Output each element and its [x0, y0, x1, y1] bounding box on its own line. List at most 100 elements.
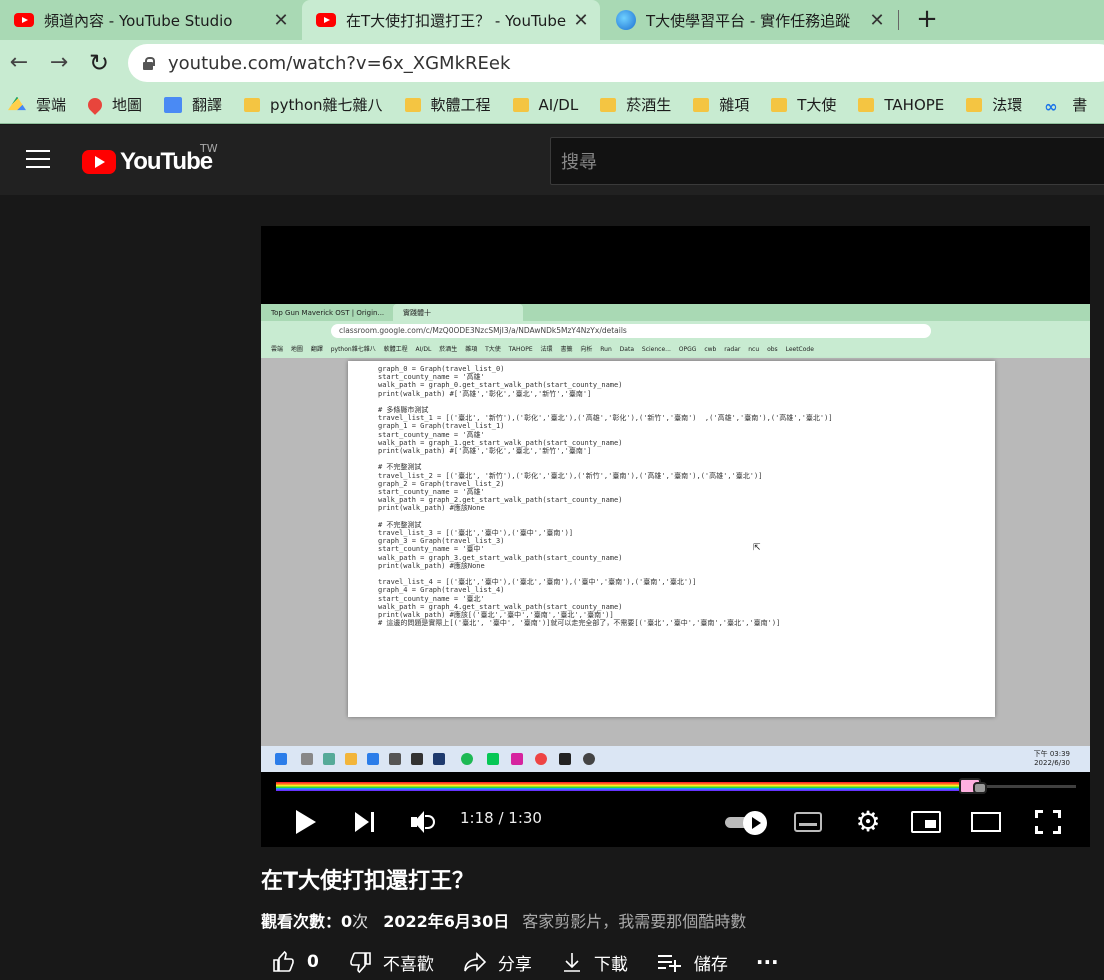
video-player[interactable]: Top Gun Maverick OST | Origin... 實踐體十 cl… [261, 226, 1090, 847]
inner-address-bar: classroom.google.com/c/MzQ0ODE3NzcSMjI3/… [261, 321, 1090, 341]
close-icon[interactable]: ✕ [868, 10, 886, 31]
infinity-icon: ∞ [1044, 96, 1058, 116]
folder-icon [858, 97, 875, 112]
globe-icon [616, 10, 636, 30]
youtube-logo-icon [82, 150, 116, 174]
subtitles-button[interactable] [791, 797, 825, 847]
youtube-logo[interactable]: YouTube TW [82, 142, 218, 176]
video-actions: 0 不喜歡 分享 下載 儲存 ··· [261, 944, 1104, 980]
progress-bar[interactable] [276, 778, 1076, 794]
video-description[interactable]: 客家剪影片，我需要那個酷時數 [522, 912, 746, 931]
download-label: 下載 [593, 954, 628, 975]
player-controls: 1:18 / 1:30 ⚙ [261, 797, 1090, 847]
views-unit: 次 [352, 912, 369, 931]
folder-icon [966, 97, 983, 112]
browser-tab[interactable]: 頻道內容 - YouTube Studio ✕ [0, 0, 300, 40]
search-input[interactable]: 搜尋 [550, 137, 1104, 185]
bookmark-folder[interactable]: TAHOPE [858, 96, 944, 114]
code-text: graph_0 = Graph(travel_list_0) start_cou… [378, 365, 833, 628]
bookmark-folder[interactable]: 軟體工程 [404, 94, 491, 115]
reload-icon[interactable]: ↻ [84, 48, 114, 78]
nyan-cat-scrubber-icon[interactable] [955, 775, 991, 797]
browser-tab[interactable]: T大使學習平台 - 實作任務追蹤 ✕ [602, 0, 896, 40]
save-label: 儲存 [693, 954, 728, 975]
bookmark-folder[interactable]: 菸酒生 [600, 94, 671, 115]
more-actions-button[interactable]: ··· [756, 950, 779, 974]
dislike-button[interactable]: 不喜歡 [347, 950, 434, 975]
bookmark-translate[interactable]: 翻譯 [164, 94, 222, 115]
forward-icon[interactable]: → [44, 48, 74, 78]
chrome-icon [535, 753, 547, 765]
subtitles-icon [794, 812, 822, 832]
next-button[interactable] [351, 797, 381, 847]
youtube-icon [14, 13, 34, 27]
views-label: 觀看次數： [261, 912, 342, 931]
like-count: 0 [307, 952, 319, 972]
thumbs-down-icon [350, 952, 371, 974]
download-icon [563, 953, 580, 972]
volume-icon [411, 810, 437, 834]
video-title: 在T大使打扣還打王？ [261, 869, 475, 894]
tab-divider [898, 10, 899, 30]
like-button[interactable]: 0 [271, 950, 319, 974]
gear-icon: ⚙ [855, 805, 881, 838]
bookmark-drive[interactable]: 雲端 [8, 94, 66, 115]
inner-tab: 實踐體十 [393, 304, 523, 321]
new-tab-button[interactable]: + [912, 4, 942, 34]
inner-tab-strip: Top Gun Maverick OST | Origin... 實踐體十 [261, 304, 1090, 321]
folder-icon [345, 753, 357, 765]
theater-button[interactable] [969, 797, 1003, 847]
tab-title: T大使學習平台 - 實作任務追蹤 [646, 11, 851, 30]
time-display: 1:18 / 1:30 [460, 809, 542, 827]
fullscreen-icon [1035, 810, 1061, 834]
close-icon[interactable]: ✕ [572, 10, 590, 31]
lock-icon[interactable] [142, 56, 155, 70]
windows-icon [275, 753, 287, 765]
close-icon[interactable]: ✕ [272, 10, 290, 31]
bookmark-folder[interactable]: AI/DL [512, 96, 578, 114]
url-text[interactable]: youtube.com/watch?v=6x_XGMkREek [168, 53, 510, 74]
app-icon [301, 753, 313, 765]
autoplay-toggle[interactable] [723, 797, 767, 847]
browser-tab-active[interactable]: 在T大使打扣還打王？ - YouTube ✕ [302, 0, 600, 40]
bookmark-maps[interactable]: 地圖 [85, 94, 142, 115]
share-button[interactable]: 分享 [462, 950, 532, 975]
logo-text: YouTube [120, 148, 213, 175]
thumbs-up-icon [273, 950, 294, 972]
menu-icon[interactable] [26, 150, 50, 168]
folder-icon [771, 97, 788, 112]
bookmarks-bar: 雲端 地圖 翻譯 python雜七雜八 軟體工程 AI/DL 菸酒生 雜項 T大… [0, 86, 1104, 124]
spotify-icon [461, 753, 473, 765]
theater-icon [971, 812, 1001, 832]
inner-taskbar: 下午 03:39 2022/6/30 [261, 746, 1090, 772]
upload-date: 2022年6月30日 [383, 912, 510, 931]
tab-title: 在T大使打扣還打王？ - YouTube [346, 11, 567, 30]
settings-button[interactable]: ⚙ [851, 797, 885, 847]
app-icon [367, 753, 379, 765]
autoplay-icon [725, 811, 767, 835]
region-label: TW [200, 142, 218, 155]
bookmark-folder[interactable]: T大使 [771, 94, 836, 115]
volume-button[interactable] [409, 797, 439, 847]
save-button[interactable]: 儲存 [656, 950, 728, 975]
play-button[interactable] [291, 797, 321, 847]
miniplayer-button[interactable] [909, 797, 943, 847]
back-icon[interactable]: ← [4, 48, 34, 78]
next-icon [355, 811, 377, 833]
bookmark-books[interactable]: ∞ 書 [1044, 94, 1087, 116]
app-icon [559, 753, 571, 765]
url-bar[interactable]: youtube.com/watch?v=6x_XGMkREek [128, 44, 1104, 82]
folder-icon [512, 97, 529, 112]
dislike-label: 不喜歡 [382, 954, 434, 975]
bookmark-folder[interactable]: 法環 [966, 94, 1022, 115]
download-button[interactable]: 下載 [560, 950, 628, 975]
inner-url: classroom.google.com/c/MzQ0ODE3NzcSMjI3/… [331, 324, 931, 338]
map-pin-icon [85, 94, 105, 115]
youtube-header: YouTube TW 搜尋 [0, 125, 1104, 195]
play-icon [296, 810, 316, 834]
video-info: 觀看次數：0次 2022年6月30日 客家剪影片，我需要那個酷時數 [261, 908, 746, 932]
folder-icon [693, 97, 710, 112]
bookmark-folder[interactable]: python雜七雜八 [244, 94, 383, 115]
fullscreen-button[interactable] [1031, 797, 1065, 847]
bookmark-folder[interactable]: 雜項 [693, 94, 749, 115]
